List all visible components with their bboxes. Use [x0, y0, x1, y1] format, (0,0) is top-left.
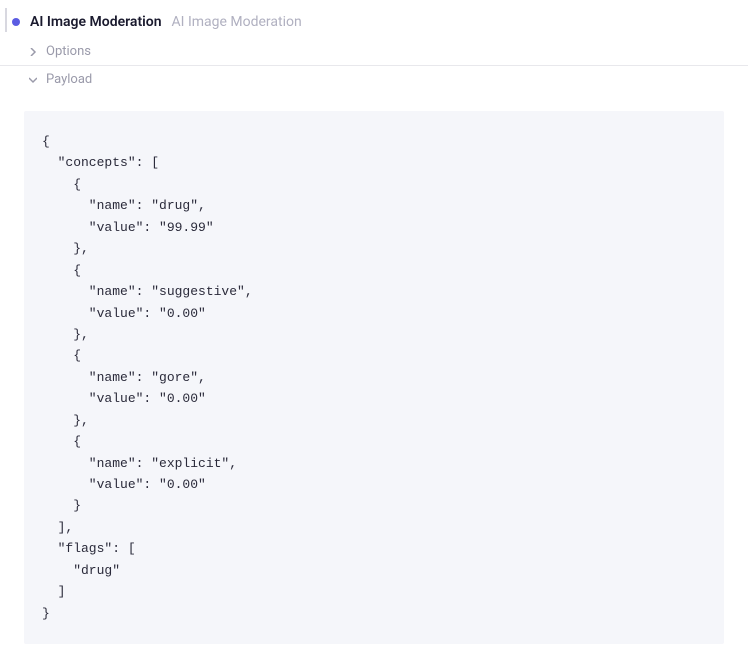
page-title-bold: AI Image Moderation — [30, 14, 162, 30]
bullet-icon — [12, 18, 20, 26]
chevron-right-icon — [28, 47, 38, 57]
options-label: Options — [46, 44, 91, 59]
chevron-down-icon — [28, 75, 38, 85]
payload-code-block: { "concepts": [ { "name": "drug", "value… — [24, 111, 724, 644]
header-row: AI Image Moderation AI Image Moderation — [0, 0, 748, 38]
payload-label: Payload — [46, 72, 92, 87]
page-title-light: AI Image Moderation — [172, 14, 302, 30]
left-accent-border — [5, 8, 7, 32]
options-section-toggle[interactable]: Options — [0, 38, 748, 66]
payload-json: { "concepts": [ { "name": "drug", "value… — [42, 131, 706, 624]
payload-section-toggle[interactable]: Payload — [0, 66, 748, 93]
